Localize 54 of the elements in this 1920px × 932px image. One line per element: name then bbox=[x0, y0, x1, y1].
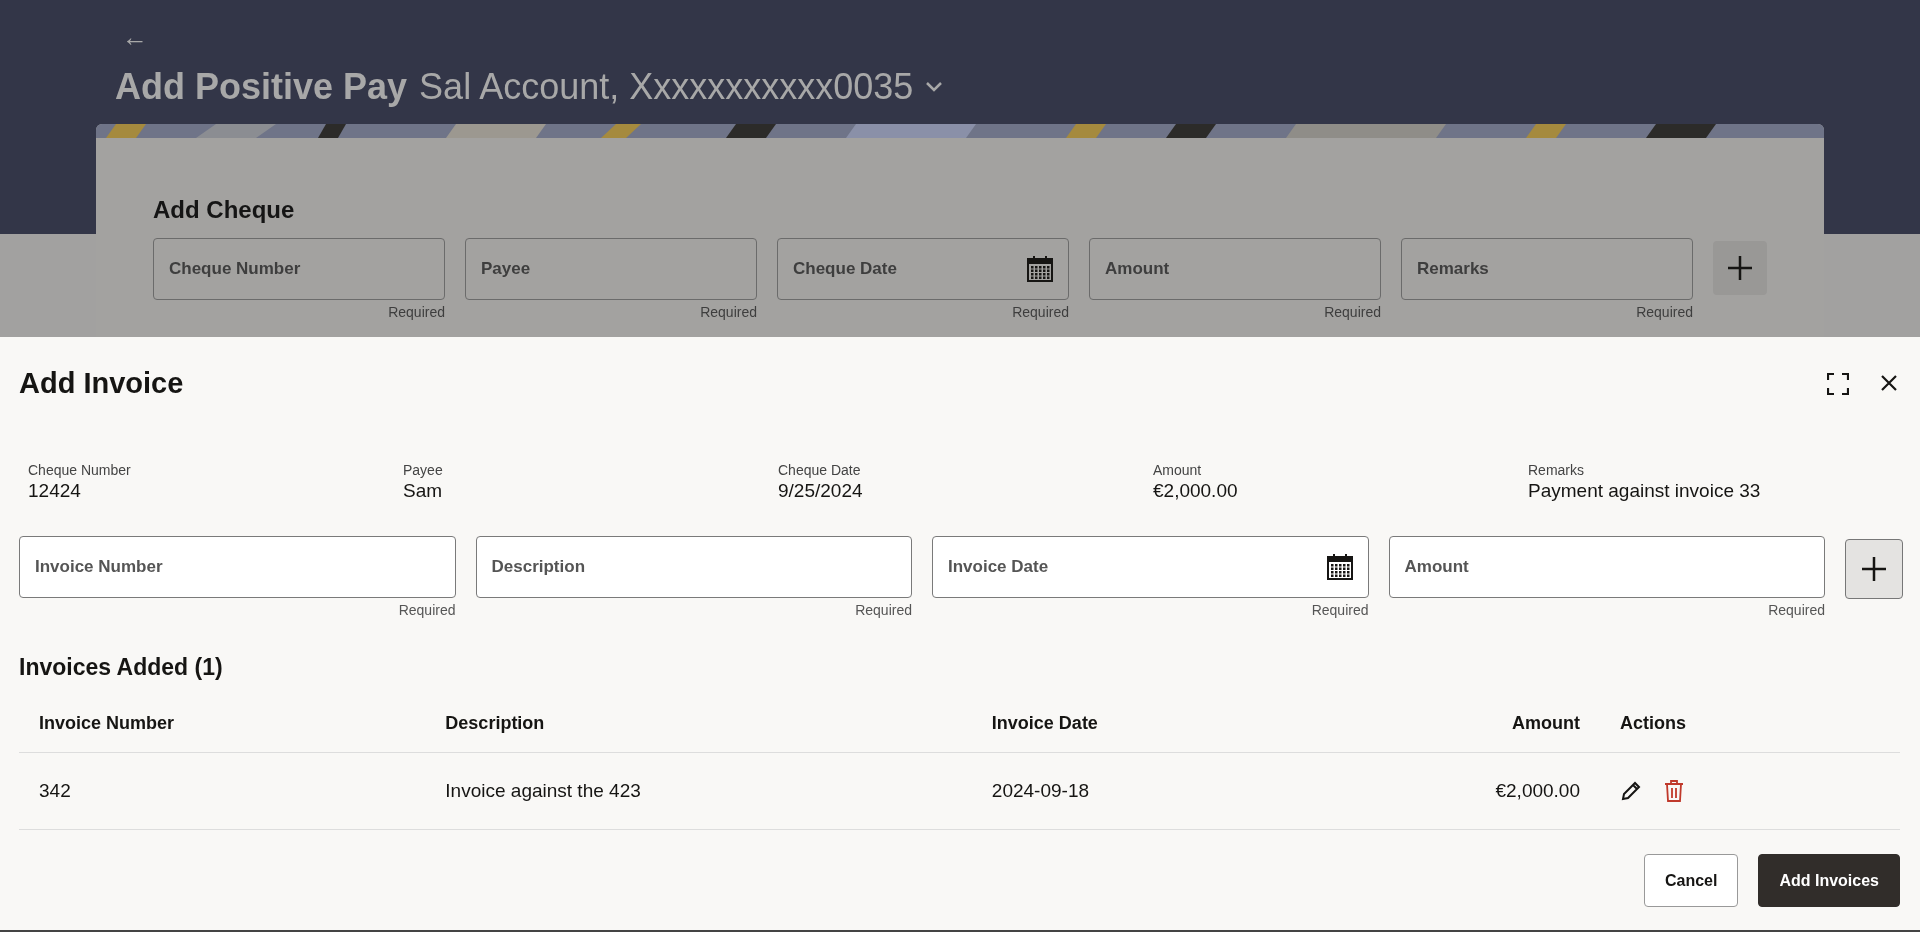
table-cell: Invoice against the 423 bbox=[425, 752, 972, 830]
column-header: Invoice Number bbox=[19, 713, 426, 753]
column-header: Amount bbox=[1310, 713, 1600, 753]
add-button[interactable] bbox=[1845, 539, 1903, 599]
table-cell: 342 bbox=[19, 752, 426, 830]
summary-label: Amount bbox=[1153, 462, 1203, 478]
section-title: Add Cheque bbox=[153, 196, 296, 224]
table-cell: €2,000.00 bbox=[1310, 752, 1600, 830]
chevron-down-icon[interactable] bbox=[925, 81, 944, 93]
required-hint: Required bbox=[1311, 602, 1369, 618]
submit-button[interactable]: Add Invoices bbox=[1758, 854, 1900, 907]
page-title: Add Positive Pay bbox=[115, 66, 408, 108]
required-hint: Required bbox=[700, 304, 757, 320]
calendar-icon[interactable] bbox=[1325, 553, 1354, 581]
input-field[interactable]: Cheque Date bbox=[777, 238, 1069, 300]
summary-value: Sam bbox=[403, 480, 444, 502]
pencil-icon[interactable] bbox=[1620, 780, 1642, 802]
required-hint: Required bbox=[398, 602, 456, 618]
input-field[interactable]: Description bbox=[475, 536, 912, 598]
input-field[interactable]: Invoice Number bbox=[19, 536, 456, 598]
required-hint: Required bbox=[1012, 304, 1069, 320]
summary-label: Cheque Date bbox=[778, 462, 862, 478]
back-arrow[interactable]: ← bbox=[122, 22, 148, 52]
required-hint: Required bbox=[855, 602, 912, 618]
plus-icon bbox=[1726, 254, 1754, 282]
summary-value: 9/25/2024 bbox=[778, 480, 864, 502]
trash-icon[interactable] bbox=[1664, 780, 1684, 802]
table-title: Invoices Added (1) bbox=[19, 654, 224, 681]
account-selector[interactable]: Sal Account, Xxxxxxxxxxx0035 bbox=[419, 66, 914, 108]
dialog-title: Add Invoice bbox=[19, 367, 184, 400]
summary-label: Payee bbox=[403, 462, 444, 478]
column-header: Actions bbox=[1600, 713, 1900, 753]
summary-value: Payment against invoice 33 bbox=[1528, 480, 1762, 502]
summary-label: Cheque Number bbox=[28, 462, 132, 478]
table-cell: 2024-09-18 bbox=[971, 752, 1311, 830]
required-hint: Required bbox=[388, 304, 445, 320]
input-field[interactable]: Amount bbox=[1388, 536, 1825, 598]
summary-value: 12424 bbox=[28, 480, 82, 502]
input-field[interactable]: Invoice Date bbox=[932, 536, 1369, 598]
plus-icon bbox=[1860, 555, 1888, 583]
summary-label: Remarks bbox=[1528, 462, 1585, 478]
cancel-button[interactable]: Cancel bbox=[1643, 854, 1739, 907]
required-hint: Required bbox=[1768, 602, 1825, 618]
required-hint: Required bbox=[1324, 304, 1381, 320]
required-hint: Required bbox=[1636, 304, 1693, 320]
calendar-icon[interactable] bbox=[1026, 255, 1054, 283]
input-field[interactable]: Amount bbox=[1089, 238, 1381, 300]
input-field[interactable]: Remarks bbox=[1401, 238, 1693, 300]
column-header: Invoice Date bbox=[971, 713, 1311, 753]
summary-value: €2,000.00 bbox=[1153, 480, 1239, 502]
column-header: Description bbox=[425, 713, 972, 753]
input-field[interactable]: Cheque Number bbox=[153, 238, 445, 300]
add-button[interactable] bbox=[1713, 241, 1767, 295]
input-field[interactable]: Payee bbox=[465, 238, 757, 300]
